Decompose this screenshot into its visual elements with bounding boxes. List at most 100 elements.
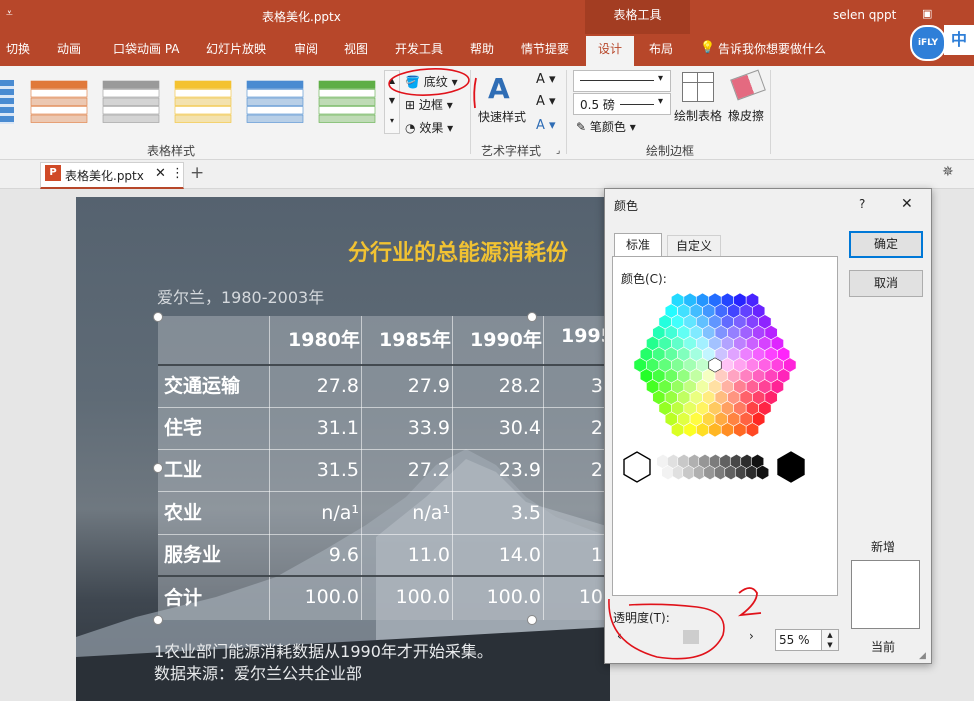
text-effects-button[interactable]: A ▾: [536, 118, 556, 133]
table-row-label: 工业: [164, 459, 203, 481]
slide-subtitle[interactable]: 爱尔兰，1980-2003年: [157, 284, 324, 308]
table-style-orange-svg: [30, 80, 88, 123]
transparency-input[interactable]: 55 %: [775, 629, 822, 651]
slide-source-note[interactable]: 数据来源：爱尔兰公共企业部: [154, 660, 362, 684]
white-swatch-selected[interactable]: [623, 451, 651, 483]
selection-handle[interactable]: [153, 615, 163, 625]
user-name[interactable]: selen qppt: [833, 8, 896, 22]
table-cell: 1: [590, 544, 603, 566]
pen-weight-line: [620, 104, 654, 105]
table-row-label: 合计: [164, 587, 203, 609]
table-style-row: [30, 106, 88, 115]
effects-button[interactable]: ◔ 效果 ▾: [405, 119, 453, 136]
tab-custom[interactable]: 自定义: [667, 235, 721, 256]
window-title: 表格美化.pptx: [262, 10, 341, 24]
new-tab-plus-icon[interactable]: +: [190, 163, 204, 183]
tab-transitions[interactable]: 切换: [6, 40, 30, 57]
table-grid-hline: [158, 407, 610, 408]
draw-table-button[interactable]: 绘制表格: [674, 107, 722, 124]
table-row-label: 住宅: [164, 417, 203, 439]
table-style-row: [102, 114, 160, 123]
tab-help[interactable]: 帮助: [470, 40, 494, 57]
table-cell: 100.0: [395, 586, 450, 608]
tell-me-box[interactable]: 告诉我你想要做什么: [718, 40, 826, 57]
table-total-rule: [158, 575, 610, 577]
add-in-icon[interactable]: ✵: [942, 164, 954, 180]
table-style-thumb-gray[interactable]: [102, 80, 160, 124]
tab-pocket-animation[interactable]: 口袋动画 PA: [113, 40, 180, 57]
document-tab[interactable]: P 表格美化.pptx ✕ ⋮: [40, 162, 184, 189]
slide-canvas[interactable]: 分行业的总能源消耗份 爱尔兰，1980-2003年 1980年 1985年 19…: [76, 197, 610, 701]
resize-grip-icon[interactable]: ◢: [919, 651, 926, 661]
selection-handle[interactable]: [527, 615, 537, 625]
ribbon-separator: [566, 70, 567, 154]
tab-developer[interactable]: 开发工具: [395, 40, 443, 57]
table-style-row: [30, 89, 88, 98]
ifly-language-button[interactable]: 中: [944, 25, 974, 55]
tab-animations[interactable]: 动画: [57, 40, 81, 57]
group-label-table-styles: 表格样式: [147, 144, 196, 158]
table-style-thumb-blue[interactable]: [246, 80, 304, 124]
selection-handle[interactable]: [153, 312, 163, 322]
text-outline-button[interactable]: A ▾: [536, 94, 556, 109]
tab-layout[interactable]: 布局: [649, 40, 673, 57]
cancel-button[interactable]: 取消: [849, 270, 923, 297]
table-style-row: [246, 89, 304, 98]
selection-handle[interactable]: [527, 312, 537, 322]
tab-slideshow[interactable]: 幻灯片放映: [206, 40, 266, 57]
effects-icon: ◔: [405, 121, 416, 135]
table-style-thumb-yellow[interactable]: [174, 80, 232, 124]
table-style-thumb-orange[interactable]: [30, 80, 88, 124]
tab-storyboard[interactable]: 情节提要: [521, 40, 569, 57]
table-cell: n/a¹: [412, 502, 450, 524]
table-style-green-svg: [318, 80, 376, 123]
dialog-close-button[interactable]: ✕: [901, 196, 913, 212]
table-row-label: 交通运输: [164, 375, 241, 397]
pen-color-button[interactable]: ✎ 笔颜色 ▾: [576, 118, 636, 135]
powerpoint-file-icon: P: [45, 165, 61, 181]
more-options-icon[interactable]: ⋮: [171, 166, 184, 181]
table-style-row: [318, 80, 376, 89]
table-style-row: [102, 97, 160, 106]
quick-styles-button[interactable]: 快速样式: [478, 108, 526, 125]
tab-standard[interactable]: 标准: [614, 233, 662, 256]
quick-access-dropdown-icon[interactable]: ⩡: [6, 6, 13, 21]
draw-table-icon-line: [697, 73, 698, 101]
ribbon-display-icon[interactable]: ▣: [922, 7, 932, 20]
title-bar: ⩡ 表格美化.pptx 表格工具 selen qppt ▣: [0, 0, 974, 34]
slide-footnote[interactable]: 1农业部门能源消耗数据从1990年才开始采集。: [154, 638, 493, 662]
pen-weight-dropdown[interactable]: 0.5 磅 ▾: [573, 93, 671, 115]
table-cell: 31.5: [316, 459, 359, 481]
table-style-row: [30, 114, 88, 123]
ok-button[interactable]: 确定: [849, 231, 923, 258]
tab-design[interactable]: 设计: [586, 36, 635, 66]
table-style-yellow-svg: [174, 80, 232, 123]
selection-handle[interactable]: [153, 463, 163, 473]
color-honeycomb[interactable]: [613, 285, 837, 505]
table-style-thumb-green[interactable]: [318, 80, 376, 124]
table-style-gray-svg: [102, 80, 160, 123]
document-tab-bar: P 表格美化.pptx ✕ ⋮ + ✵: [0, 160, 974, 189]
table-style-row: [30, 97, 88, 106]
help-button[interactable]: ?: [859, 197, 865, 211]
table-style-row: [174, 97, 232, 106]
eraser-button[interactable]: 橡皮擦: [728, 107, 764, 124]
text-fill-button[interactable]: A ▾: [536, 72, 556, 87]
slide-title[interactable]: 分行业的总能源消耗份: [348, 235, 568, 267]
table-style-thumb-blue-partial[interactable]: [0, 80, 14, 124]
table-cell: 27.8: [316, 375, 359, 397]
close-icon[interactable]: ✕: [155, 166, 166, 181]
data-table[interactable]: 1980年 1985年 1990年 1995 交通运输 住宅 工业 农业 服务业…: [158, 316, 610, 620]
tab-review[interactable]: 审阅: [294, 40, 318, 57]
black-swatch[interactable]: [777, 451, 805, 483]
dialog-launcher-icon[interactable]: ⌟: [556, 146, 560, 156]
borders-icon: ⊞: [405, 98, 416, 112]
ifly-logo[interactable]: iFLY: [910, 25, 946, 61]
transparency-spinner[interactable]: ▲ ▼: [821, 629, 839, 651]
group-label-wordart: 艺术字样式: [481, 144, 542, 158]
pen-style-dropdown[interactable]: ▾: [573, 70, 671, 92]
table-row-label: 服务业: [164, 544, 222, 566]
table-style-row: [318, 89, 376, 98]
eraser-icon: [730, 69, 766, 101]
tab-view[interactable]: 视图: [344, 40, 368, 57]
